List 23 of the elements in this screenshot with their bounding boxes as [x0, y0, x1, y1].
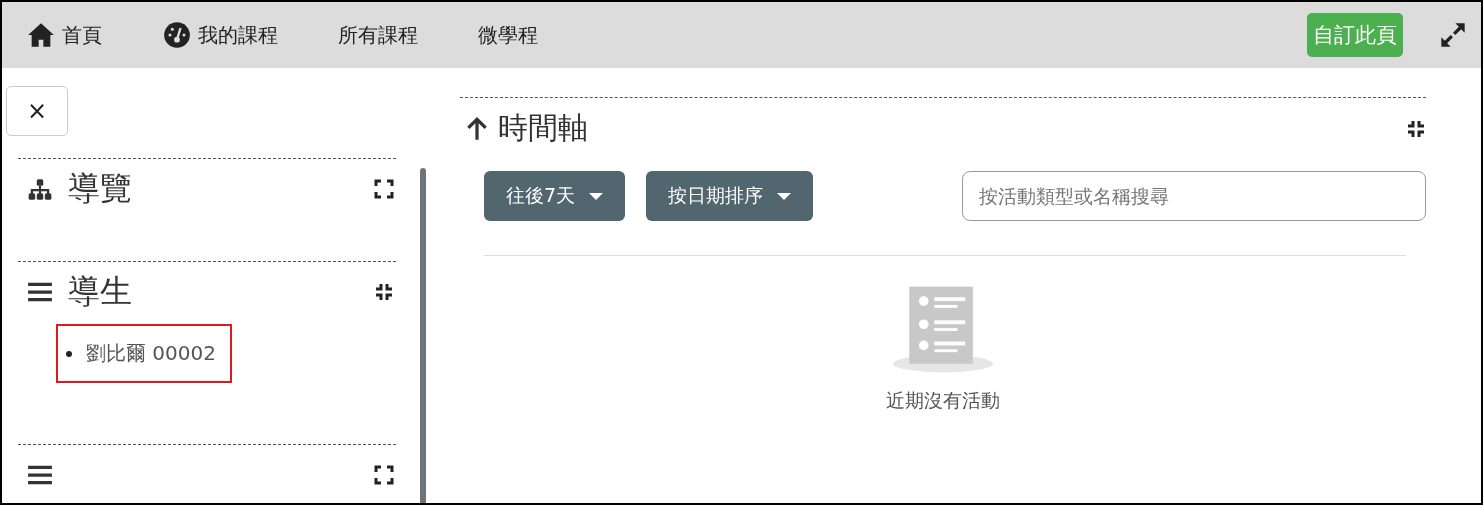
close-button[interactable]: ×	[6, 86, 68, 136]
gauge-icon	[162, 21, 192, 49]
fullscreen-icon[interactable]	[1439, 21, 1467, 49]
search-field[interactable]: 按活動類型或名稱搜尋	[962, 171, 1426, 221]
nav-link[interactable]: 所有課程	[338, 21, 418, 49]
expand-icon[interactable]	[374, 465, 394, 485]
block-title: 導生	[68, 271, 132, 312]
compress-icon[interactable]	[374, 282, 394, 302]
compress-icon[interactable]	[1406, 118, 1426, 139]
expand-icon[interactable]	[374, 179, 394, 199]
empty-list-icon	[890, 286, 996, 374]
nav-link[interactable]: 微學程	[478, 21, 538, 49]
timeline-title: 時間軸	[498, 109, 588, 147]
sort-dropdown[interactable]: 按日期排序	[646, 171, 814, 221]
empty-message: 近期沒有活動	[886, 388, 1000, 413]
sitemap-icon	[26, 176, 54, 202]
filter-dropdown[interactable]: 往後7天	[484, 171, 626, 221]
nav-link[interactable]: 首頁	[26, 21, 102, 49]
arrow-up-icon[interactable]	[466, 115, 488, 142]
block-title: 導覽	[68, 168, 132, 209]
home-icon	[26, 21, 56, 49]
nav-link[interactable]: 我的課程	[162, 21, 278, 49]
student-link[interactable]: 劉比爾 00002	[56, 324, 232, 383]
